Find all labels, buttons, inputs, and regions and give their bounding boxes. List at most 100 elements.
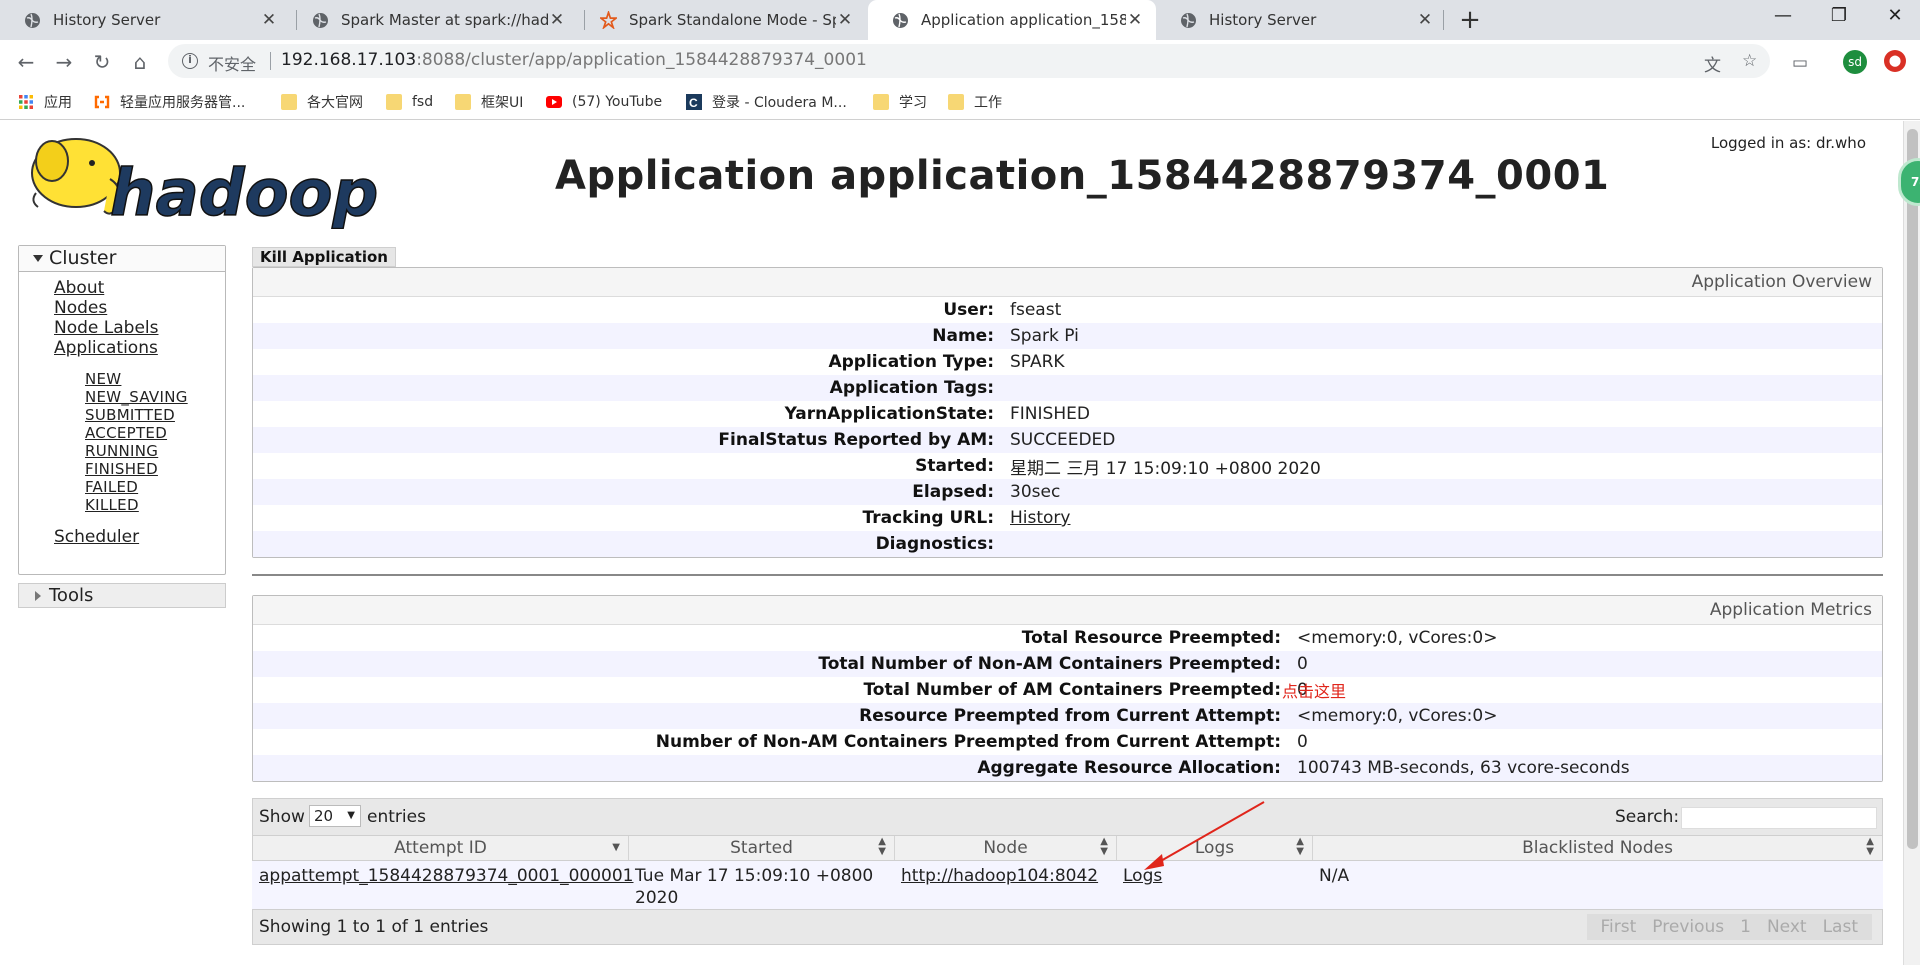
spark-star-icon	[600, 11, 617, 29]
tab-history-server-1[interactable]: History Server ✕	[0, 0, 290, 40]
pager-first[interactable]: First	[1593, 917, 1645, 937]
tab-title: History Server	[53, 11, 161, 29]
bookmark-cloudera[interactable]: C 登录 - Cloudera M...	[686, 92, 847, 112]
bookmark-apps[interactable]: 应用	[18, 92, 72, 112]
tools-panel-header[interactable]: Tools	[18, 583, 226, 608]
profile-avatar[interactable]: sd	[1843, 50, 1867, 74]
bookmark-folder-work[interactable]: 工作	[948, 92, 1002, 112]
overview-key: User:	[943, 300, 994, 320]
cast-icon[interactable]: ▭	[1792, 53, 1808, 73]
overview-row: Application Type: SPARK	[253, 349, 1882, 375]
nav-scheduler[interactable]: Scheduler	[54, 527, 225, 547]
nav-state-running[interactable]: RUNNING	[85, 442, 225, 460]
nav-nodes[interactable]: Nodes	[54, 298, 225, 318]
back-button[interactable]: ←	[10, 46, 42, 78]
forward-button[interactable]: →	[48, 46, 80, 78]
close-tab-icon[interactable]: ✕	[1416, 10, 1434, 30]
close-tab-icon[interactable]: ✕	[836, 10, 854, 30]
nav-state-new-saving[interactable]: NEW_SAVING	[85, 388, 225, 406]
close-tab-icon[interactable]: ✕	[260, 10, 278, 30]
metrics-value: <memory:0, vCores:0>	[1297, 628, 1498, 648]
overview-key: Application Type:	[828, 352, 994, 372]
pager-last[interactable]: Last	[1815, 917, 1866, 937]
kill-application-button[interactable]: Kill Application	[252, 247, 396, 267]
url-text[interactable]: 192.168.17.103:8088/cluster/app/applicat…	[281, 50, 867, 70]
reload-button[interactable]: ↻	[86, 46, 118, 78]
close-window-button[interactable]: ✕	[1870, 0, 1920, 34]
search-input[interactable]	[1681, 807, 1877, 829]
nav-node-labels[interactable]: Node Labels	[54, 318, 225, 338]
nav-state-accepted[interactable]: ACCEPTED	[85, 424, 225, 442]
folder-icon	[948, 94, 964, 110]
overview-value: 星期二 三月 17 15:09:10 +0800 2020	[1010, 458, 1321, 479]
attempt-link[interactable]: appattempt_1584428879374_0001_000001	[259, 866, 634, 886]
close-tab-icon[interactable]: ✕	[548, 10, 566, 30]
cluster-label: Cluster	[49, 247, 117, 269]
nav-state-submitted[interactable]: SUBMITTED	[85, 406, 225, 424]
overview-key: Elapsed:	[912, 482, 994, 502]
metrics-heading: Application Metrics	[253, 596, 1882, 625]
overview-key: FinalStatus Reported by AM:	[718, 430, 994, 450]
tracking-url-link[interactable]: History	[1010, 508, 1070, 528]
node-link[interactable]: http://hadoop104:8042	[901, 866, 1098, 886]
overview-value: 30sec	[1010, 482, 1061, 502]
bookmark-label: (57) YouTube	[572, 94, 663, 110]
new-tab-button[interactable]: +	[1456, 4, 1484, 36]
apps-grid-icon	[19, 95, 33, 109]
overview-value: fseast	[1010, 300, 1062, 320]
pager-next[interactable]: Next	[1759, 917, 1815, 937]
nav-state-failed[interactable]: FAILED	[85, 478, 225, 496]
tab-spark-master[interactable]: Spark Master at spark://hadoop ✕	[288, 0, 578, 40]
extension-icon[interactable]: ⬤	[1884, 50, 1906, 72]
tab-spark-standalone[interactable]: Spark Standalone Mode - Spark ✕	[576, 0, 866, 40]
overview-value: FINISHED	[1010, 404, 1090, 424]
restore-button[interactable]: ❐	[1814, 0, 1864, 34]
bookmark-aliyun[interactable]: 轻量应用服务器管...	[94, 92, 245, 112]
bookmark-folder-study[interactable]: 学习	[873, 92, 927, 112]
hadoop-page: hadoop Logged in as: dr.who Application …	[0, 121, 1903, 965]
caret-down-icon	[33, 255, 43, 262]
column-started[interactable]: Started ▲ ▼	[629, 836, 895, 860]
overview-value: SPARK	[1010, 352, 1065, 372]
address-bar[interactable]: i 不安全 192.168.17.103:8088/cluster/app/ap…	[168, 44, 1770, 78]
metrics-row: Number of Non-AM Containers Preempted fr…	[253, 729, 1882, 755]
vertical-scrollbar[interactable]	[1903, 121, 1920, 965]
column-node[interactable]: Node ▲ ▼	[895, 836, 1117, 860]
tab-title: Spark Master at spark://hadoop	[341, 11, 548, 29]
column-blacklisted-nodes[interactable]: Blacklisted Nodes ▲ ▼	[1313, 836, 1882, 860]
nav-state-finished[interactable]: FINISHED	[85, 460, 225, 478]
nav-state-new[interactable]: NEW	[85, 370, 225, 388]
pager-page-1[interactable]: 1	[1732, 917, 1759, 937]
column-attempt-id[interactable]: Attempt ID ▼	[253, 836, 629, 860]
pager-previous[interactable]: Previous	[1644, 917, 1732, 937]
nav-state-killed[interactable]: KILLED	[85, 496, 225, 514]
bookmark-folder-ui[interactable]: 框架UI	[455, 92, 523, 112]
bookmark-folder-sites[interactable]: 各大官网	[281, 92, 363, 112]
security-label: 不安全	[208, 55, 257, 74]
metrics-key: Aggregate Resource Allocation:	[977, 758, 1281, 778]
cluster-header[interactable]: Cluster	[19, 246, 225, 272]
logged-in-label: Logged in as: dr.who	[1710, 134, 1866, 152]
search-label: Search:	[1615, 807, 1680, 827]
page-size-select[interactable]: 20 ▼	[309, 805, 361, 827]
sort-icon: ▲ ▼	[1296, 836, 1304, 857]
close-tab-icon[interactable]: ✕	[1126, 10, 1144, 30]
metrics-key: Total Number of Non-AM Containers Preemp…	[818, 654, 1281, 674]
page-size-value: 20	[314, 807, 334, 825]
globe-icon	[312, 12, 329, 29]
info-icon[interactable]: i	[182, 53, 198, 69]
tab-history-server-2[interactable]: History Server ✕	[1156, 0, 1446, 40]
sort-icon: ▲ ▼	[878, 836, 886, 857]
home-button[interactable]: ⌂	[124, 46, 156, 78]
bookmark-folder-fsd[interactable]: fsd	[386, 92, 433, 112]
nav-applications[interactable]: Applications	[54, 338, 225, 358]
page-title: Application application_1584428879374_00…	[555, 153, 1610, 199]
minimize-button[interactable]: —	[1758, 0, 1808, 34]
scrollbar-thumb[interactable]	[1907, 129, 1918, 849]
nav-about[interactable]: About	[54, 278, 225, 298]
tab-application-active[interactable]: Application application_15844 ✕	[868, 0, 1156, 40]
overview-value: Spark Pi	[1010, 326, 1079, 346]
translate-icon[interactable]: 文	[1704, 51, 1721, 76]
bookmark-youtube[interactable]: (57) YouTube	[546, 92, 662, 112]
bookmark-star-icon[interactable]: ☆	[1742, 51, 1757, 71]
